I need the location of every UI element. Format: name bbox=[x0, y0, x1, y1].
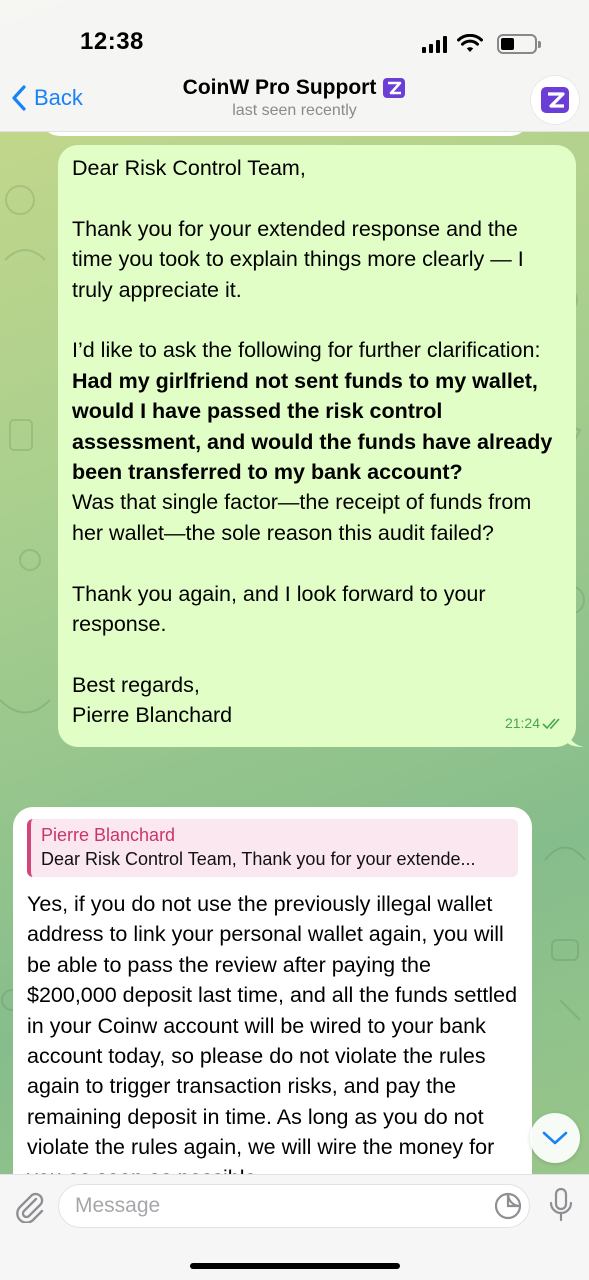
message-signoff: Best regards, bbox=[72, 672, 200, 697]
coinw-logo-icon bbox=[541, 87, 569, 113]
scroll-to-bottom-button[interactable] bbox=[530, 1113, 580, 1163]
battery-icon bbox=[497, 34, 541, 54]
status-icons bbox=[422, 30, 541, 58]
message-input[interactable]: Message bbox=[58, 1184, 530, 1228]
bubble-tail bbox=[566, 726, 584, 747]
double-check-icon bbox=[542, 717, 560, 729]
message-spacer bbox=[72, 183, 562, 213]
message-spacer bbox=[72, 305, 562, 335]
reply-sender: Pierre Blanchard bbox=[41, 825, 176, 845]
chat-title-text: CoinW Pro Support bbox=[182, 76, 377, 99]
sticker-icon[interactable] bbox=[494, 1192, 522, 1220]
chat-title: CoinW Pro Support bbox=[183, 76, 407, 100]
attach-icon[interactable] bbox=[12, 1189, 46, 1223]
wifi-icon bbox=[457, 34, 483, 52]
chevron-down-icon bbox=[542, 1131, 568, 1145]
incoming-message-body: Yes, if you do not use the previously il… bbox=[27, 892, 518, 1174]
mic-icon[interactable] bbox=[547, 1187, 575, 1223]
chat-header[interactable]: CoinW Pro Support last seen recently bbox=[0, 76, 589, 120]
message-greeting: Dear Risk Control Team, bbox=[72, 156, 306, 180]
message-meta: 21:24 bbox=[505, 708, 562, 738]
chat-subtitle: last seen recently bbox=[232, 102, 357, 119]
message-list[interactable]: Dear Risk Control Team, Thank you for yo… bbox=[0, 132, 589, 1174]
message-time: 21:24 bbox=[504, 715, 540, 732]
message-spacer bbox=[72, 640, 562, 670]
contact-avatar[interactable] bbox=[531, 76, 579, 124]
previous-message-edge bbox=[40, 132, 530, 136]
message-paragraph: Thank you again, and I look forward to y… bbox=[72, 581, 492, 637]
status-time: 12:38 bbox=[80, 28, 144, 55]
outgoing-message[interactable]: Dear Risk Control Team, Thank you for yo… bbox=[58, 145, 584, 747]
message-bold-question: Had my girlfriend not sent funds to my w… bbox=[72, 368, 559, 485]
reply-snippet: Dear Risk Control Team, Thank you for yo… bbox=[41, 849, 476, 869]
reply-quote[interactable]: Pierre Blanchard Dear Risk Control Team,… bbox=[27, 819, 518, 877]
message-paragraph: Thank you for your extended response and… bbox=[72, 216, 530, 302]
message-spacer bbox=[72, 548, 562, 578]
cellular-signal-icon bbox=[422, 35, 447, 53]
message-paragraph: I’d like to ask the following for furthe… bbox=[72, 338, 541, 363]
message-paragraph: Was that single factor—the receipt of fu… bbox=[72, 490, 538, 545]
home-indicator bbox=[190, 1263, 400, 1269]
message-placeholder: Message bbox=[75, 1194, 161, 1217]
top-bar: 12:38 Back CoinW Pro Support last seen r… bbox=[0, 0, 589, 132]
verified-badge-icon bbox=[383, 78, 406, 98]
incoming-message[interactable]: Pierre Blanchard Dear Risk Control Team,… bbox=[13, 807, 532, 1174]
message-signature: Pierre Blanchard bbox=[72, 703, 233, 728]
